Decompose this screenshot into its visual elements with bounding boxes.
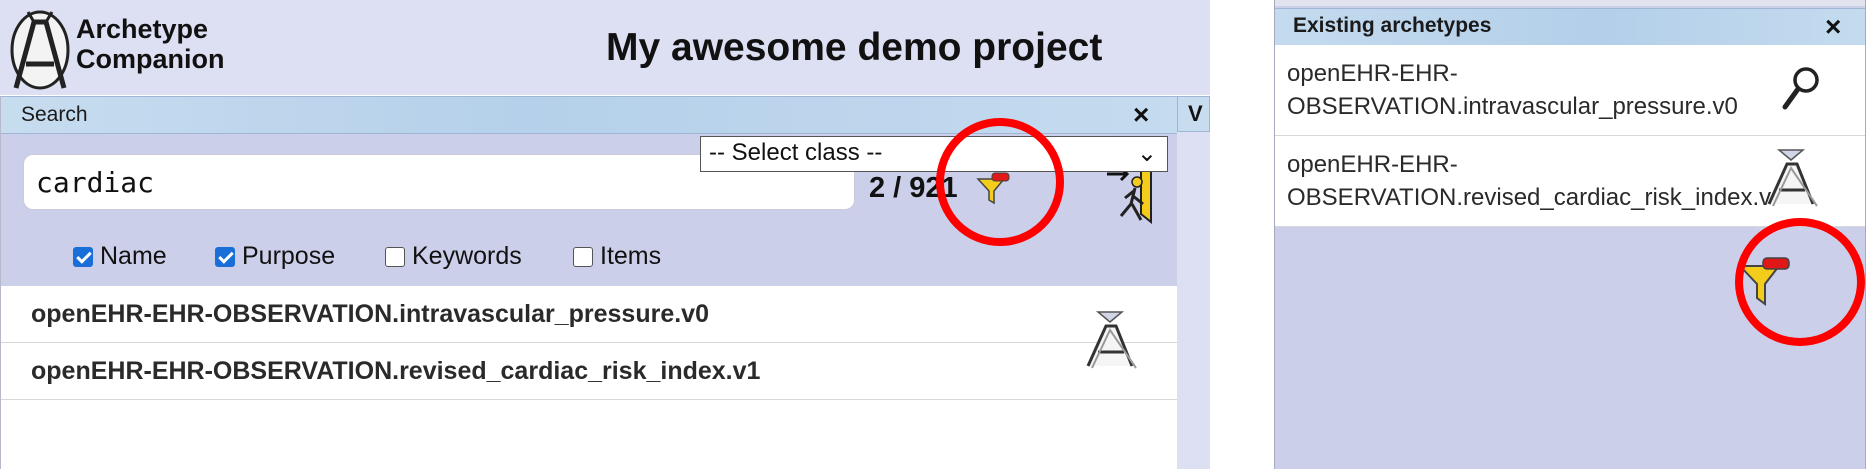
select-class-dropdown[interactable]: -- Select class -- ⌄	[700, 136, 1168, 172]
app-header: Archetype Companion My awesome demo proj…	[0, 0, 1210, 95]
logo-line-1: Archetype	[76, 14, 209, 44]
logo-line-2: Companion	[76, 44, 225, 74]
search-titlebar: Search ×	[1, 96, 1177, 134]
checkbox-name-box[interactable]	[73, 246, 93, 267]
checkbox-items-label: Items	[600, 242, 662, 270]
checkbox-name[interactable]: Name	[73, 242, 167, 271]
existing-archetype-label: openEHR-EHR- OBSERVATION.revised_cardiac…	[1287, 151, 1772, 211]
existing-close-button[interactable]: ×	[1825, 13, 1841, 41]
existing-archetype-item[interactable]: openEHR-EHR- OBSERVATION.intravascular_p…	[1275, 45, 1865, 136]
checkbox-name-label: Name	[100, 242, 167, 270]
existing-archetypes-list: openEHR-EHR- OBSERVATION.intravascular_p…	[1275, 45, 1865, 227]
archetype-import-icon[interactable]	[1082, 308, 1138, 370]
search-close-button[interactable]: ×	[1133, 101, 1149, 129]
match-count: 2 / 921	[869, 172, 958, 204]
filter-icon[interactable]	[1737, 252, 1791, 308]
side-panel-tab[interactable]: V	[1177, 96, 1210, 132]
existing-archetype-label: openEHR-EHR- OBSERVATION.intravascular_p…	[1287, 60, 1738, 120]
search-result-label: openEHR-EHR-OBSERVATION.intravascular_pr…	[31, 300, 709, 328]
checkbox-purpose[interactable]: Purpose	[215, 242, 335, 271]
existing-panel-title: Existing archetypes	[1293, 14, 1492, 37]
chevron-down-icon: ⌄	[1136, 140, 1157, 167]
checkbox-items-box[interactable]	[573, 246, 593, 267]
search-results-list: openEHR-EHR-OBSERVATION.intravascular_pr…	[1, 286, 1177, 400]
side-panel-edge: V	[1177, 96, 1210, 469]
checkbox-purpose-label: Purpose	[242, 242, 336, 270]
checkbox-keywords[interactable]: Keywords	[385, 242, 522, 271]
magnifier-icon[interactable]	[1779, 63, 1823, 115]
search-panel-title: Search	[21, 103, 88, 126]
checkbox-keywords-box[interactable]	[385, 246, 405, 267]
search-result-label: openEHR-EHR-OBSERVATION.revised_cardiac_…	[31, 357, 761, 385]
search-result-row[interactable]: openEHR-EHR-OBSERVATION.revised_cardiac_…	[1, 343, 1177, 400]
archetype-import-icon[interactable]	[1763, 146, 1819, 208]
filter-icon[interactable]	[975, 170, 1011, 206]
select-class-value: -- Select class --	[709, 139, 883, 166]
checkbox-purpose-box[interactable]	[215, 246, 235, 267]
existing-archetypes-panel: Existing archetypes × openEHR-EHR- OBSER…	[1274, 0, 1866, 469]
checkbox-keywords-label: Keywords	[412, 242, 522, 270]
search-result-row[interactable]: openEHR-EHR-OBSERVATION.intravascular_pr…	[1, 286, 1177, 343]
checkbox-items[interactable]: Items	[573, 242, 661, 271]
logo-text: Archetype Companion	[76, 14, 225, 74]
archetype-companion-logo	[10, 10, 70, 90]
existing-archetype-item[interactable]: openEHR-EHR- OBSERVATION.revised_cardiac…	[1275, 136, 1865, 227]
project-title: My awesome demo project	[606, 26, 1103, 69]
existing-titlebar: Existing archetypes ×	[1275, 8, 1865, 46]
